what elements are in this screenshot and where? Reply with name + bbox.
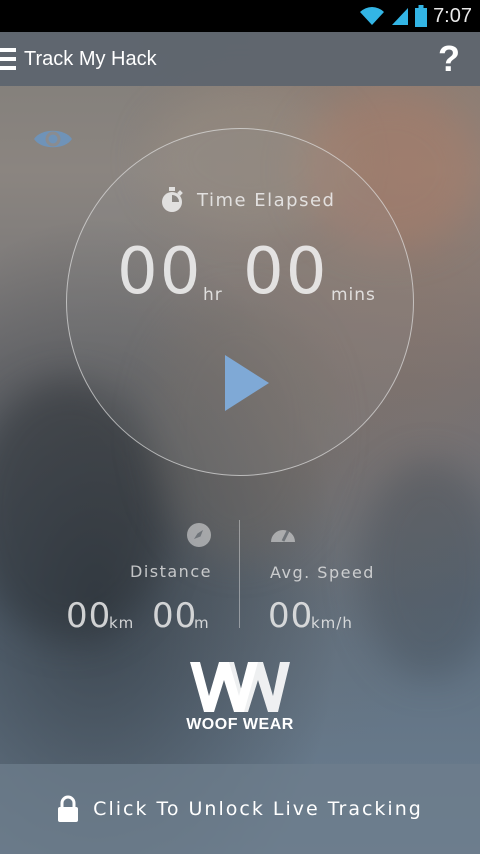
speed-unit: km/h [311,614,353,632]
timer-label: Time Elapsed [197,189,336,211]
timer-circle: Time Elapsed 00 hr 00 mins [66,128,414,476]
lock-icon [58,795,79,822]
help-icon[interactable]: ? [438,38,460,80]
app-screen: 7:07 Track My Hack ? Time Elapsed 00 hr … [0,0,480,854]
distance-km-unit: km [109,614,135,632]
hamburger-menu-icon[interactable] [0,48,16,70]
eye-icon[interactable] [33,124,73,154]
app-title[interactable]: Track My Hack [24,48,157,71]
minutes-value: 00 [243,235,329,309]
distance-km-value: 00 [66,596,112,636]
speed-label: Avg. Speed [270,563,375,582]
distance-m-value: 00 [152,596,198,636]
woof-wear-logo [190,662,290,712]
unlock-live-tracking-button[interactable]: Click To Unlock Live Tracking [0,764,480,854]
hours-unit: hr [203,285,223,305]
play-button[interactable] [223,353,271,413]
distance-m-unit: m [194,614,210,632]
speedometer-icon [271,530,295,542]
minutes-unit: mins [331,285,376,305]
distance-label: Distance [130,562,212,581]
battery-icon [415,5,428,27]
background-blur [360,460,480,680]
status-bar: 7:07 [0,0,480,32]
speed-value: 00 [268,596,314,636]
stopwatch-icon [162,187,183,212]
stats-divider [239,520,240,628]
brand-name: WOOF WEAR [186,716,294,733]
action-bar: Track My Hack ? [0,32,480,86]
compass-icon [187,523,211,547]
unlock-label: Click To Unlock Live Tracking [93,798,423,820]
status-time: 7:07 [433,4,472,27]
wifi-icon [360,7,385,25]
status-icons [359,5,428,27]
hours-value: 00 [117,235,203,309]
timer-label-row: Time Elapsed [159,187,335,213]
signal-icon [392,8,409,25]
